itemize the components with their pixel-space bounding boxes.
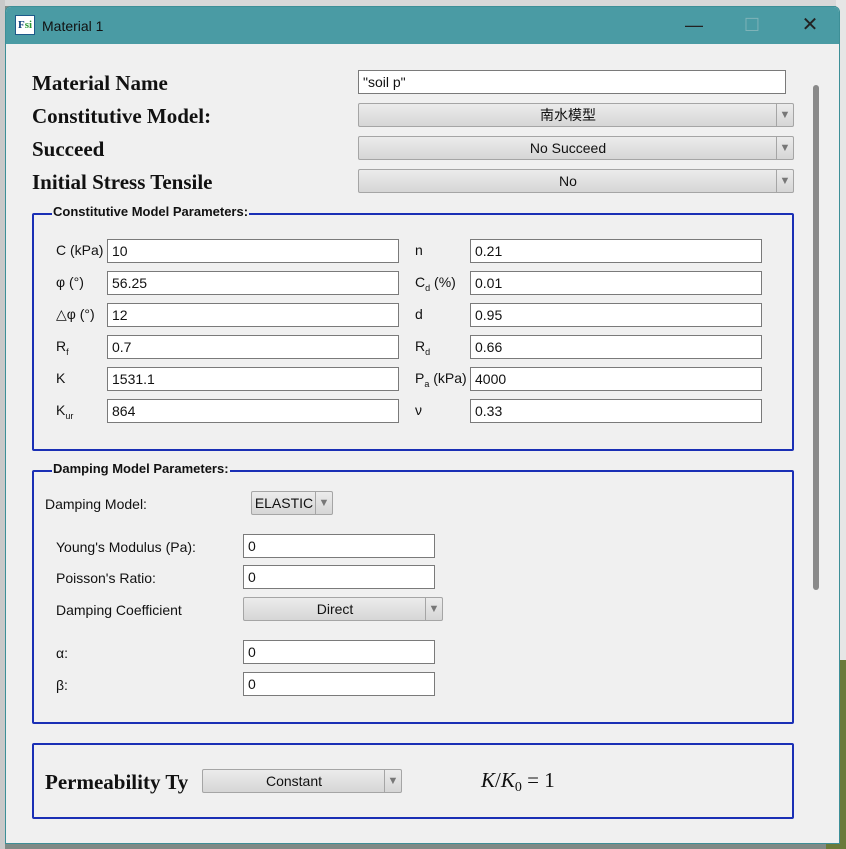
poissons-ratio-label: Poisson's Ratio:	[56, 570, 156, 586]
param-label-cd: Cd (%)	[415, 274, 456, 293]
param-label-rf: Rf	[56, 338, 69, 357]
youngs-modulus-label: Young's Modulus (Pa):	[56, 539, 196, 555]
param-input-cd[interactable]: 0.01	[470, 271, 762, 295]
param-label-kur: Kur	[56, 402, 74, 421]
param-label-n: n	[415, 242, 423, 258]
param-input-pa[interactable]: 4000	[470, 367, 762, 391]
succeed-label: Succeed	[32, 137, 105, 161]
succeed-select[interactable]: No Succeed ▼	[358, 136, 794, 160]
param-input-d[interactable]: 0.95	[470, 303, 762, 327]
permeability-type-label: Permeability Ty	[45, 770, 189, 794]
param-input-nu[interactable]: 0.33	[470, 399, 762, 423]
beta-input[interactable]: 0	[243, 672, 435, 696]
title-bar[interactable]: Fsi Material 1 — ☐ ✕	[6, 7, 839, 44]
damping-coefficient-label: Damping Coefficient	[56, 602, 182, 618]
close-button[interactable]: ✕	[781, 7, 839, 44]
param-input-kur[interactable]: 864	[107, 399, 399, 423]
constitutive-model-label: Constitutive Model:	[32, 104, 212, 128]
param-input-rd[interactable]: 0.66	[470, 335, 762, 359]
permeability-type-value: Constant	[265, 773, 323, 789]
fesi-app-icon: Fsi	[15, 15, 35, 35]
initial-stress-label: Initial Stress Tensile	[32, 170, 213, 194]
chevron-down-icon: ▼	[776, 104, 793, 126]
param-input-k[interactable]: 1531.1	[107, 367, 399, 391]
param-input-n[interactable]: 0.21	[470, 239, 762, 263]
param-input-c[interactable]: 10	[107, 239, 399, 263]
damping-coefficient-value: Direct	[316, 601, 354, 617]
param-label-pa: Pa (kPa)	[415, 370, 467, 389]
minimize-icon: —	[685, 15, 703, 35]
chevron-down-icon: ▼	[315, 492, 332, 514]
param-label-nu: ν	[415, 402, 422, 418]
chevron-down-icon: ▼	[776, 170, 793, 192]
initial-stress-value: No	[559, 173, 577, 189]
maximize-button[interactable]: ☐	[723, 7, 781, 44]
dialog-content: Material Name "soil p" Constitutive Mode…	[6, 44, 839, 843]
param-label-k: K	[56, 370, 66, 386]
permeability-formula: K/K0 = 1	[481, 768, 555, 795]
chevron-down-icon: ▼	[776, 137, 793, 159]
param-label-delta-phi: △φ (°)	[56, 306, 95, 322]
param-input-rf[interactable]: 0.7	[107, 335, 399, 359]
alpha-label: α:	[56, 645, 68, 661]
param-input-delta-phi[interactable]: 12	[107, 303, 399, 327]
param-label-c: C (kPa)	[56, 242, 104, 258]
succeed-value: No Succeed	[529, 140, 607, 156]
alpha-input[interactable]: 0	[243, 640, 435, 664]
param-label-rd: Rd	[415, 338, 431, 357]
chevron-down-icon: ▼	[425, 598, 442, 620]
material-name-input[interactable]: "soil p"	[358, 70, 786, 94]
permeability-type-select[interactable]: Constant ▼	[202, 769, 402, 793]
maximize-icon: ☐	[743, 15, 761, 35]
beta-label: β:	[56, 677, 68, 693]
constitutive-params-title: Constitutive Model Parameters:	[52, 204, 250, 219]
constitutive-model-value: 南水模型	[540, 107, 596, 123]
material-name-label: Material Name	[32, 71, 168, 95]
damping-model-label: Damping Model:	[45, 496, 147, 512]
minimize-button[interactable]: —	[665, 7, 723, 44]
damping-coefficient-select[interactable]: Direct ▼	[243, 597, 443, 621]
youngs-modulus-input[interactable]: 0	[243, 534, 435, 558]
param-input-phi[interactable]: 56.25	[107, 271, 399, 295]
damping-model-select[interactable]: ELASTIC ▼	[251, 491, 333, 515]
window-title: Material 1	[42, 18, 104, 34]
chevron-down-icon: ▼	[384, 770, 401, 792]
param-label-d: d	[415, 306, 423, 322]
poissons-ratio-input[interactable]: 0	[243, 565, 435, 589]
material-dialog: Fsi Material 1 — ☐ ✕ Material Name "soil…	[5, 6, 840, 844]
param-label-phi: φ (°)	[56, 274, 84, 290]
initial-stress-select[interactable]: No ▼	[358, 169, 794, 193]
close-icon: ✕	[801, 14, 819, 36]
constitutive-model-select[interactable]: 南水模型 ▼	[358, 103, 794, 127]
damping-params-title: Damping Model Parameters:	[52, 461, 230, 476]
